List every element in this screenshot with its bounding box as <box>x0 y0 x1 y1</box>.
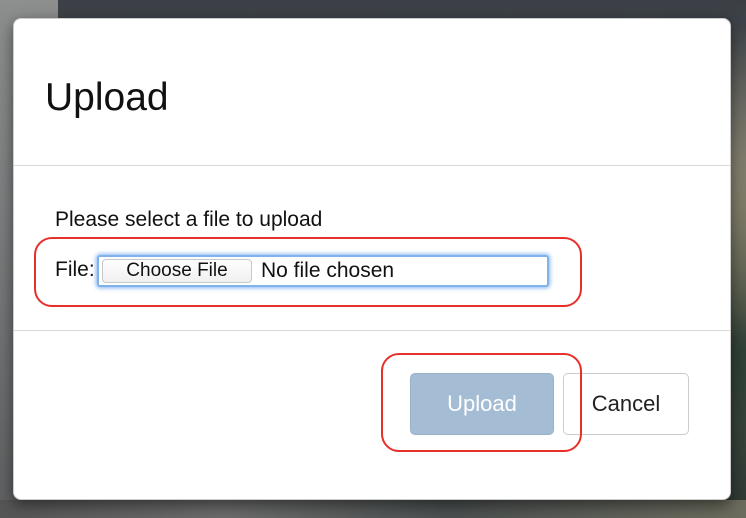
modal-body: Please select a file to upload File: Cho… <box>14 166 730 331</box>
modal-title: Upload <box>45 76 169 119</box>
cancel-button[interactable]: Cancel <box>563 373 689 435</box>
modal-footer: Upload Cancel <box>14 331 730 499</box>
modal-header: Upload <box>14 19 730 166</box>
background-bottom <box>0 500 746 518</box>
upload-button[interactable]: Upload <box>410 373 554 435</box>
file-input[interactable]: Choose File No file chosen <box>97 255 549 287</box>
file-status: No file chosen <box>261 259 395 282</box>
upload-prompt: Please select a file to upload <box>55 208 323 231</box>
upload-modal: Upload Please select a file to upload Fi… <box>13 18 731 500</box>
file-label: File: <box>55 258 95 281</box>
choose-file-button[interactable]: Choose File <box>102 259 252 283</box>
